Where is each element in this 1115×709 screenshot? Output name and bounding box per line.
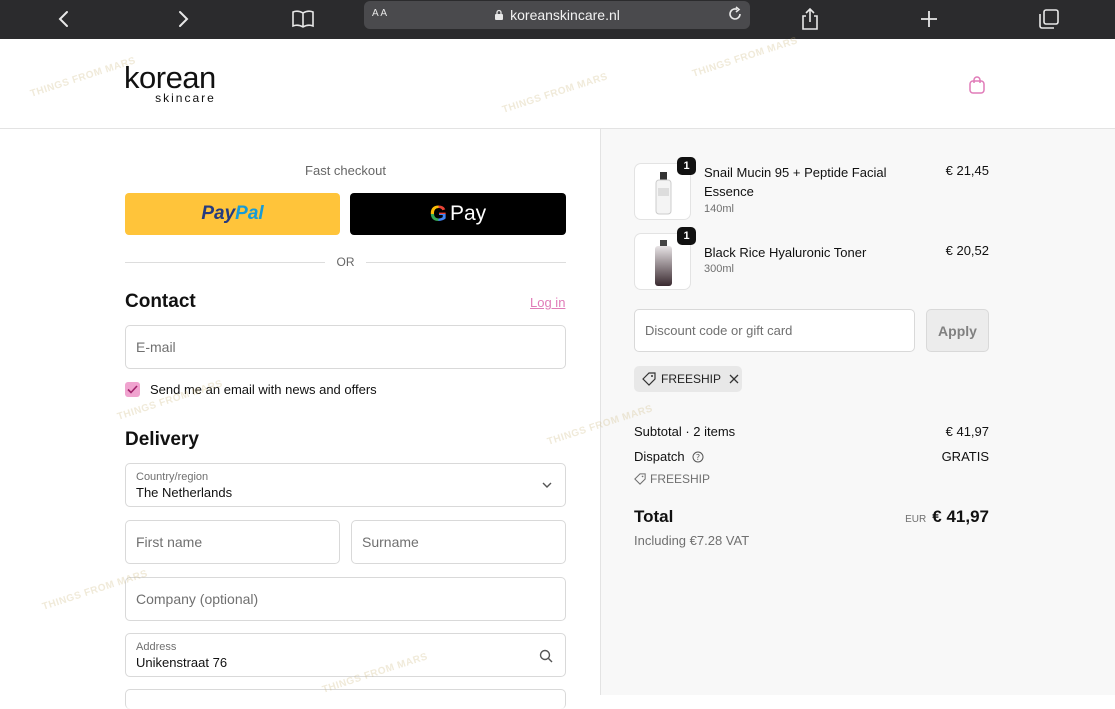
address-field[interactable]: Address Unikenstraat 76 [125,633,566,677]
svg-text:?: ? [696,453,700,462]
tag-icon [634,473,646,485]
back-button[interactable] [49,4,79,34]
book-icon [292,10,314,28]
discount-placeholder: Discount code or gift card [645,323,793,338]
newsletter-option[interactable]: Send me an email with news and offers [125,382,377,397]
paypal-logo-pal: Pal [235,203,264,224]
store-logo[interactable]: korean skincare [124,60,216,105]
dispatch-row: Dispatch ? GRATIS [634,449,989,464]
product-price: € 20,52 [945,243,989,258]
tag-icon [642,372,656,386]
dispatch-discount-tag: FREESHIP [634,472,710,486]
fast-checkout-label: Fast checkout [305,163,386,178]
google-g-icon: G [429,201,447,226]
logo-main-text: korean [124,60,216,95]
checkout-form-column: Fast checkout Pay Pal G Pay OR Contact Log… [0,129,600,709]
first-name-placeholder: First name [136,534,203,550]
quantity-badge: 1 [677,227,696,245]
order-summary: 1 Snail Mucin 95 + Peptide Facial Essenc… [601,129,1115,695]
total-row: Total EUR € 41,97 [634,507,989,527]
paypal-button[interactable]: Pay Pal [125,193,340,235]
total-label: Total [634,507,674,526]
company-placeholder: Company (optional) [136,591,259,607]
next-field[interactable] [125,689,566,709]
lock-icon [495,9,504,20]
order-item: 1 Snail Mucin 95 + Peptide Facial Essenc… [634,157,994,220]
tabs-icon [1039,9,1059,29]
newsletter-checkbox[interactable] [125,382,140,397]
reload-icon [729,6,741,20]
apply-discount-button[interactable]: Apply [926,309,989,352]
plus-icon [921,11,937,27]
product-variant: 140ml [704,203,734,215]
quantity-badge: 1 [677,157,696,175]
shopping-bag-icon [969,76,985,94]
bookmarks-button[interactable] [288,4,318,34]
browser-toolbar: A A koreanskincare.nl [0,0,1115,39]
google-pay-button[interactable]: G Pay [350,193,566,235]
order-item: 1 Black Rice Hyaluronic Toner 300ml € 20… [634,227,994,290]
site-header: korean skincare [0,39,1115,129]
remove-discount-icon[interactable] [729,374,739,384]
share-button[interactable] [795,4,825,34]
address-value: Unikenstraat 76 [136,655,228,670]
tabs-overview-button[interactable] [1034,4,1064,34]
or-divider: OR [125,255,566,269]
total-currency: EUR [905,514,927,525]
company-field[interactable]: Company (optional) [125,577,566,621]
forward-button[interactable] [168,4,198,34]
newsletter-label: Send me an email with news and offers [150,382,377,397]
vat-note: Including €7.28 VAT [634,533,750,548]
first-name-field[interactable]: First name [125,520,340,564]
country-select[interactable]: Country/region The Netherlands [125,463,566,507]
delivery-title: Delivery [125,429,199,450]
checkmark-icon [127,385,138,394]
email-field[interactable]: E-mail [125,325,566,369]
country-value: The Netherlands [136,485,233,500]
login-link[interactable]: Log in [530,295,565,310]
reload-button[interactable] [726,5,744,28]
surname-placeholder: Surname [362,534,419,550]
product-name: Snail Mucin 95 + Peptide Facial Essence [704,165,887,199]
chevron-left-icon [58,11,68,27]
help-icon[interactable]: ? [692,451,704,463]
country-label: Country/region [136,471,209,483]
google-pay-label: Pay [449,202,487,225]
subtotal-row: Subtotal · 2 items € 41,97 [634,424,989,439]
dispatch-value: GRATIS [941,449,989,464]
applied-discount-chip: FREESHIP [634,366,742,392]
total-amount: € 41,97 [932,507,989,526]
discount-code-input[interactable]: Discount code or gift card [634,309,915,352]
subtotal-value: € 41,97 [945,424,989,439]
subtotal-label: Subtotal · 2 items [634,424,736,439]
url-text: koreanskincare.nl [510,7,620,23]
contact-title: Contact [125,291,196,312]
dispatch-label: Dispatch [634,449,685,464]
email-placeholder: E-mail [136,339,176,355]
product-variant: 300ml [704,263,734,275]
share-icon [802,7,818,30]
cart-button[interactable] [968,75,988,95]
address-bar[interactable]: A A koreanskincare.nl [364,1,750,29]
address-label: Address [136,641,177,653]
dispatch-code-text: FREESHIP [650,472,711,486]
chevron-right-icon [179,11,189,27]
surname-field[interactable]: Surname [351,520,566,564]
applied-code-text: FREESHIP [661,372,722,386]
paypal-logo-pay: Pay [201,203,236,224]
new-tab-button[interactable] [914,4,944,34]
product-name: Black Rice Hyaluronic Toner [704,245,867,260]
divider-line [366,262,566,263]
chevron-down-icon [542,482,552,488]
search-icon[interactable] [539,649,553,663]
product-price: € 21,45 [945,163,989,178]
